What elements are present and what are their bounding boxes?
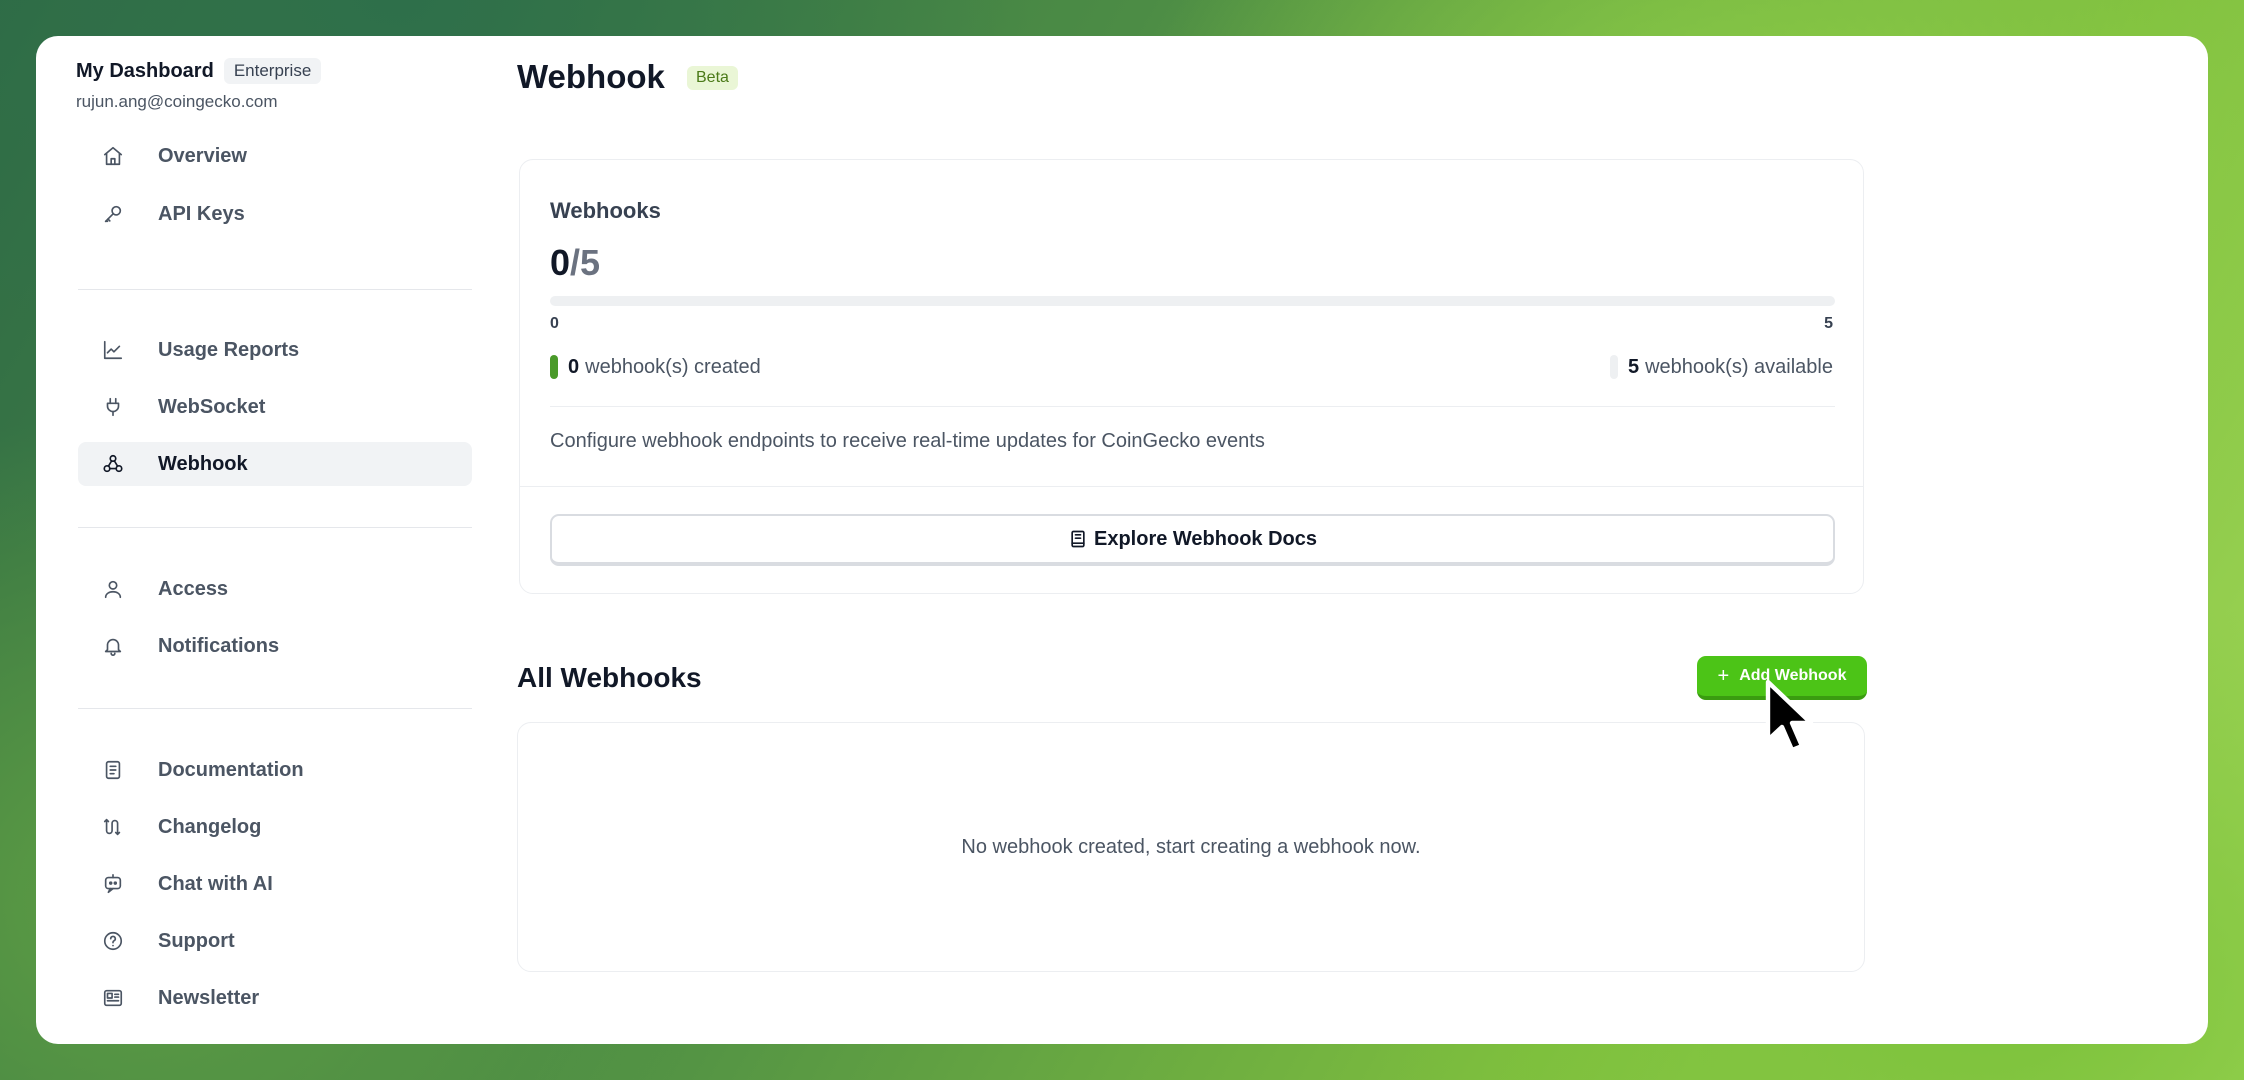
- sidebar-item-access[interactable]: Access: [78, 567, 472, 611]
- sidebar-item-label: Support: [158, 929, 235, 952]
- explore-docs-button[interactable]: Explore Webhook Docs: [550, 514, 1835, 566]
- help-circle-icon: [103, 931, 123, 951]
- available-legend-swatch: [1609, 355, 1618, 379]
- sidebar-item-label: Newsletter: [158, 986, 260, 1009]
- sidebar-item-notifications[interactable]: Notifications: [78, 624, 472, 668]
- available-stat: 5 webhook(s) available: [1609, 355, 1833, 379]
- sidebar-item-label: Usage Reports: [158, 338, 300, 361]
- brand: My Dashboard Enterprise: [76, 58, 322, 84]
- created-count: 0: [568, 355, 580, 378]
- chat-bot-icon: [104, 874, 122, 894]
- sidebar-item-documentation[interactable]: Documentation: [78, 748, 472, 792]
- available-label: webhook(s) available: [1645, 355, 1833, 378]
- sidebar-item-chat-with-ai[interactable]: Chat with AI: [78, 862, 472, 906]
- empty-state-message: No webhook created, start creating a web…: [961, 835, 1421, 858]
- sidebar-item-label: Chat with AI: [158, 872, 273, 895]
- sidebar-item-label: WebSocket: [158, 395, 266, 418]
- plus-icon: +: [1717, 665, 1730, 687]
- sidebar-item-api-keys[interactable]: API Keys: [78, 192, 472, 236]
- sidebar-item-label: Notifications: [158, 634, 280, 657]
- sidebar-item-websocket[interactable]: WebSocket: [78, 385, 472, 429]
- card-label: Webhooks: [550, 198, 661, 223]
- plan-badge: Enterprise: [223, 58, 322, 84]
- dashboard-title: My Dashboard: [76, 59, 214, 82]
- user-icon: [104, 580, 122, 599]
- page-title: Webhook: [517, 58, 665, 95]
- sidebar-item-label: API Keys: [158, 202, 245, 225]
- created-label: webhook(s) created: [585, 355, 761, 378]
- dashboard-window: My Dashboard Enterprise rujun.ang@coinge…: [36, 36, 2208, 1044]
- sidebar-item-label: Overview: [158, 144, 247, 167]
- sidebar-item-support[interactable]: Support: [78, 919, 472, 963]
- beta-badge: Beta: [687, 66, 738, 90]
- sidebar-item-label: Access: [158, 577, 229, 600]
- created-stat: 0 webhook(s) created: [550, 355, 761, 379]
- progress-min-label: 0: [550, 315, 559, 332]
- plug-icon: [106, 397, 120, 417]
- sidebar-item-newsletter[interactable]: Newsletter: [78, 976, 472, 1020]
- sidebar-item-overview[interactable]: Overview: [78, 134, 472, 178]
- sidebar-divider: [78, 708, 472, 709]
- sidebar-item-usage-reports[interactable]: Usage Reports: [78, 328, 472, 372]
- card-divider: [550, 406, 1835, 407]
- card-divider: [520, 486, 1863, 487]
- webhook-description: Configure webhook endpoints to receive r…: [550, 430, 1265, 452]
- book-icon: [1071, 530, 1085, 548]
- webhooks-list-empty: No webhook created, start creating a web…: [517, 722, 1865, 972]
- chart-line-icon: [103, 340, 123, 360]
- sidebar-item-label: Changelog: [158, 815, 262, 838]
- sidebar-item-webhook[interactable]: Webhook: [78, 442, 472, 486]
- key-icon: [104, 205, 122, 223]
- webhooks-summary-card: Webhooks 0/5 0 5 0 webhook(s) created 5 …: [519, 159, 1864, 594]
- account-email: rujun.ang@coingecko.com: [76, 92, 278, 111]
- home-icon: [103, 146, 123, 166]
- explore-docs-label: Explore Webhook Docs: [1093, 527, 1317, 550]
- webhook-icon: [103, 454, 123, 473]
- used-count: 0: [550, 242, 571, 283]
- sidebar: My Dashboard Enterprise rujun.ang@coinge…: [36, 36, 486, 1044]
- newspaper-icon: [103, 989, 123, 1007]
- sidebar-item-label: Webhook: [158, 452, 248, 475]
- webhook-count: 0/5: [550, 242, 600, 284]
- available-count: 5: [1627, 355, 1640, 378]
- created-legend-swatch: [550, 355, 558, 379]
- changelog-icon: [103, 818, 121, 836]
- all-webhooks-title: All Webhooks: [517, 662, 702, 693]
- sidebar-divider: [78, 527, 472, 528]
- sidebar-divider: [78, 289, 472, 290]
- document-icon: [105, 760, 121, 780]
- limit-count: /5: [570, 242, 601, 283]
- progress-max-label: 5: [1824, 315, 1833, 332]
- mouse-cursor-icon: [1765, 679, 1814, 753]
- sidebar-item-changelog[interactable]: Changelog: [78, 805, 472, 849]
- bell-icon: [104, 638, 122, 656]
- sidebar-item-label: Documentation: [158, 758, 304, 781]
- usage-progress-bar: [550, 296, 1835, 306]
